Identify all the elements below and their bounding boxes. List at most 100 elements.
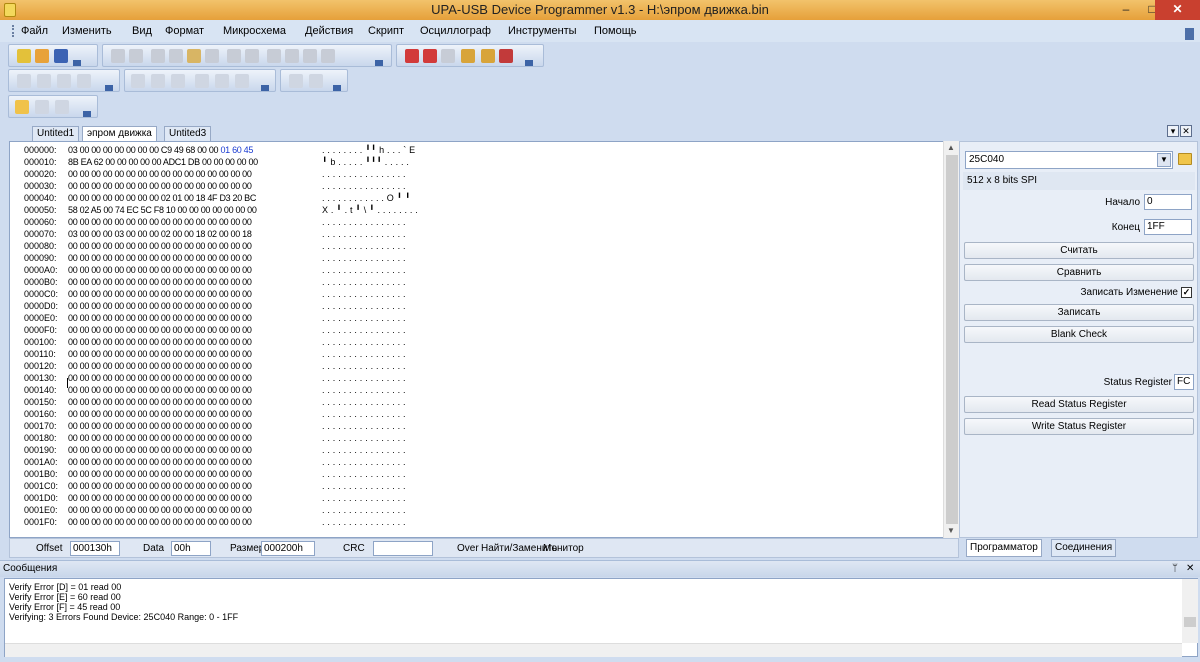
close-icon[interactable]: ✕ [1186, 561, 1194, 577]
compare-button[interactable]: Сравнить [964, 264, 1194, 281]
hex-bytes[interactable]: 00 00 00 00 00 00 00 00 00 00 00 00 00 0… [68, 493, 318, 503]
hex-ascii[interactable]: . . . . . . . . . . . . . . . . [322, 385, 502, 395]
debug-icon[interactable] [499, 49, 513, 63]
hex-bytes[interactable]: 00 00 00 00 00 00 00 00 00 00 00 00 00 0… [68, 313, 318, 323]
mdi-close-icon[interactable]: ✕ [1180, 125, 1192, 137]
hex-ascii[interactable]: . . . . . . . . . . . . . . . . [322, 397, 502, 407]
toolbar-dropdown-icon[interactable] [375, 60, 383, 66]
hex-bytes[interactable]: 00 00 00 00 00 00 00 00 00 00 00 00 00 0… [68, 265, 318, 275]
hex-bytes[interactable]: 00 00 00 00 00 00 00 00 00 00 00 00 00 0… [68, 409, 318, 419]
status-register-field[interactable]: FC [1174, 374, 1194, 390]
log-horizontal-scrollbar[interactable] [5, 643, 1182, 657]
menu-oscilloscope[interactable]: Осциллограф [420, 25, 491, 37]
pencil-icon[interactable] [17, 74, 31, 88]
size-field[interactable]: 000200h [261, 541, 315, 556]
tab-untited3[interactable]: Untited3 [164, 126, 212, 141]
tab-connections[interactable]: Соединения [1051, 539, 1117, 557]
hex-bytes[interactable]: 00 00 00 00 00 00 00 00 00 00 00 00 00 0… [68, 325, 318, 335]
hex-bytes[interactable]: 00 00 00 00 00 00 00 00 00 00 00 00 00 0… [68, 445, 318, 455]
hex-bytes[interactable]: 00 00 00 00 00 00 00 00 00 00 00 00 00 0… [68, 349, 318, 359]
hex-bytes[interactable]: 00 00 00 00 00 00 00 00 00 00 00 00 00 0… [68, 181, 318, 191]
messages-log[interactable]: Verify Error [D] = 01 read 00 Verify Err… [4, 578, 1198, 657]
find-icon[interactable] [227, 49, 241, 63]
bold-icon[interactable] [131, 74, 145, 88]
toolbar-dropdown-icon[interactable] [83, 111, 91, 117]
paste-icon[interactable] [187, 49, 201, 63]
hex-bytes[interactable]: 00 00 00 00 00 00 00 00 00 00 00 00 00 0… [68, 505, 318, 515]
write-button[interactable]: Записать [964, 304, 1194, 321]
hex-ascii[interactable]: . . . . . . . . . . . . . . . . [322, 241, 502, 251]
scroll-down-icon[interactable]: ▼ [947, 526, 955, 535]
menu-chip[interactable]: Микросхема [223, 25, 286, 37]
fill-icon[interactable] [303, 49, 317, 63]
overwrite-label[interactable]: Over [457, 543, 479, 554]
toolbar-dropdown-icon[interactable] [333, 85, 341, 91]
tab-eprom[interactable]: эпром движка [82, 126, 157, 141]
hex-ascii[interactable]: ╹ b . . . . . ╹╹╹ . . . . . [322, 157, 502, 167]
hex-ascii[interactable]: . . . . . . . . . . . . . . . . [322, 445, 502, 455]
log-scrollbar[interactable] [1182, 579, 1198, 643]
menu-format[interactable]: Формат [165, 25, 204, 37]
hex-bytes[interactable]: 00 00 00 00 00 00 00 00 00 00 00 00 00 0… [68, 373, 318, 383]
menu-view[interactable]: Вид [132, 25, 152, 37]
toolbar-dropdown-icon[interactable] [105, 85, 113, 91]
hex-ascii[interactable]: . . . . . . . . . . . . . . . . [322, 313, 502, 323]
hex-ascii[interactable]: . . . . . . . . . . . . . . . . [322, 325, 502, 335]
scroll-thumb[interactable] [1184, 617, 1196, 627]
open-folder-icon[interactable] [1178, 153, 1192, 165]
align-right-icon[interactable] [235, 74, 249, 88]
play-icon[interactable] [289, 74, 303, 88]
hex-bytes[interactable]: 00 00 00 00 00 00 00 00 00 00 00 00 00 0… [68, 421, 318, 431]
hex-ascii[interactable]: . . . . . . . . . . . . . . . . [322, 337, 502, 347]
redo-icon[interactable] [129, 49, 143, 63]
hex-ascii[interactable]: . . . . . . . . . . . . . . . . [322, 373, 502, 383]
wizard-icon[interactable] [481, 49, 495, 63]
hex-ascii[interactable]: X . ╹ . t ╹ \ ╹ . . . . . . . . [322, 205, 502, 215]
write-status-register-button[interactable]: Write Status Register [964, 418, 1194, 435]
copy-icon[interactable] [169, 49, 183, 63]
hex-bytes[interactable]: 00 00 00 00 00 00 00 00 00 00 00 00 00 0… [68, 457, 318, 467]
hex-ascii[interactable]: . . . . . . . . . . . . . . . . [322, 493, 502, 503]
chip-read-icon[interactable] [405, 49, 419, 63]
hex-ascii[interactable]: . . . . . . . . . . . . . . . . [322, 181, 502, 191]
hex-ascii[interactable]: . . . . . . . . . . . . . . . . [322, 457, 502, 467]
crc-field[interactable] [373, 541, 433, 556]
hex-bytes[interactable]: 00 00 00 00 00 00 00 00 00 00 00 00 00 0… [68, 217, 318, 227]
hex-ascii[interactable]: . . . . . . . . . . . . . . . . [322, 361, 502, 371]
toolbar-dropdown-icon[interactable] [73, 60, 81, 66]
hex-bytes[interactable]: 00 00 00 00 00 00 00 00 00 00 00 00 00 0… [68, 433, 318, 443]
open-folder-icon[interactable] [35, 49, 49, 63]
read-button[interactable]: Считать [964, 242, 1194, 259]
hex-bytes[interactable]: 00 00 00 00 00 00 00 00 00 00 00 00 00 0… [68, 289, 318, 299]
hex-bytes[interactable]: 00 00 00 00 00 00 00 00 00 00 00 00 00 0… [68, 277, 318, 287]
hex-ascii[interactable]: . . . . . . . . . . . . . . . . [322, 265, 502, 275]
save-icon[interactable] [54, 49, 68, 63]
hex-bytes[interactable]: 00 00 00 00 00 00 00 00 00 00 00 00 00 0… [68, 337, 318, 347]
hex-bytes[interactable]: 00 00 00 00 00 00 00 00 00 00 00 00 00 0… [68, 385, 318, 395]
hex-bytes[interactable]: 00 00 00 00 00 00 00 00 00 00 00 00 00 0… [68, 361, 318, 371]
checksum-icon[interactable] [321, 49, 335, 63]
hex-bytes[interactable]: 00 00 00 00 00 00 00 00 00 00 00 00 00 0… [68, 481, 318, 491]
scroll-up-icon[interactable]: ▲ [947, 143, 955, 152]
menu-tools[interactable]: Инструменты [508, 25, 577, 37]
chevron-down-icon[interactable]: ▼ [1157, 153, 1171, 167]
italic-icon[interactable] [151, 74, 165, 88]
hex-bytes[interactable]: 03 00 00 00 03 00 00 00 02 00 00 18 02 0… [68, 229, 318, 239]
mdi-restore-icon[interactable]: ▾ [1167, 125, 1179, 137]
hex-ascii[interactable]: . . . . . . . . . . . . . . . . [322, 409, 502, 419]
read-status-register-button[interactable]: Read Status Register [964, 396, 1194, 413]
monitor-label[interactable]: Монитор [543, 543, 584, 554]
hex-bytes[interactable]: 58 02 A5 00 74 EC 5C F8 10 00 00 00 00 0… [68, 205, 318, 215]
stop-icon[interactable] [309, 74, 323, 88]
blank-check-button[interactable]: Blank Check [964, 326, 1194, 343]
chip-write-icon[interactable] [423, 49, 437, 63]
hex-editor[interactable]: 000000: 03 00 00 00 00 00 00 00 C9 49 68 … [9, 141, 959, 538]
close-button[interactable]: ✕ [1155, 0, 1200, 20]
hex-bytes[interactable]: 00 00 00 00 00 00 00 00 00 00 00 00 00 0… [68, 253, 318, 263]
write-changes-checkbox[interactable]: ✓ [1181, 287, 1192, 298]
hex-bytes[interactable]: 00 00 00 00 00 00 00 00 00 00 00 00 00 0… [68, 397, 318, 407]
hex-ascii[interactable]: . . . . . . . . . . . . O ╹ ╹ [322, 193, 502, 203]
hex-ascii[interactable]: . . . . . . . . . . . . . . . . [322, 433, 502, 443]
end-field[interactable]: 1FF [1144, 219, 1192, 235]
hex-bytes[interactable]: 00 00 00 00 00 00 00 00 00 00 00 00 00 0… [68, 301, 318, 311]
